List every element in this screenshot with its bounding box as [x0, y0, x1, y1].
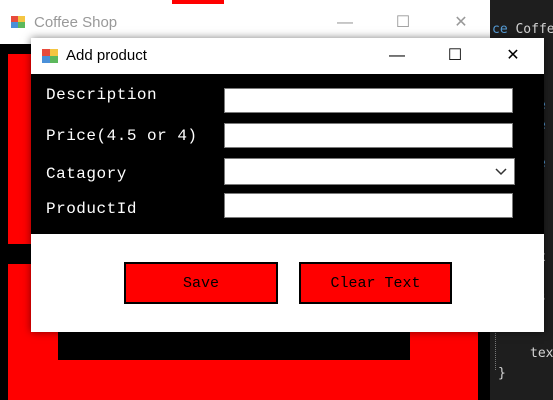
dialog-title: Add product — [66, 47, 147, 64]
chevron-down-icon[interactable] — [494, 164, 508, 178]
indent-guide — [495, 330, 497, 370]
dark-panel-inner — [58, 332, 410, 360]
minimize-icon[interactable]: — — [375, 42, 419, 70]
minimize-icon[interactable]: — — [322, 10, 368, 36]
productid-field[interactable] — [224, 193, 513, 218]
code-line-7: } — [498, 366, 506, 381]
description-field[interactable] — [224, 88, 513, 113]
dialog-footer: Save Clear Text — [31, 234, 544, 332]
red-panel-left — [8, 54, 32, 244]
app-icon — [41, 47, 59, 65]
product-form: Description Price(4.5 or 4) Catagory Pro… — [31, 74, 544, 234]
category-label: Catagory — [46, 165, 127, 183]
close-icon[interactable]: ✕ — [491, 42, 535, 70]
productid-label: ProductId — [46, 200, 137, 218]
price-field[interactable] — [224, 123, 513, 148]
description-label: Description — [46, 86, 158, 104]
add-product-dialog: Add product — ☐ ✕ Description Price(4.5 … — [31, 38, 544, 332]
dialog-titlebar[interactable]: Add product — ☐ ✕ — [31, 38, 544, 74]
main-window-title: Coffee Shop — [34, 14, 118, 31]
code-line-6: tex — [530, 346, 553, 361]
price-label: Price(4.5 or 4) — [46, 127, 198, 145]
maximize-icon[interactable]: ☐ — [433, 42, 477, 70]
category-select[interactable] — [224, 158, 515, 185]
close-icon[interactable]: ✕ — [438, 10, 484, 36]
save-button[interactable]: Save — [124, 262, 278, 304]
app-icon — [10, 14, 26, 30]
red-panel-edge — [172, 0, 224, 4]
maximize-icon[interactable]: ☐ — [380, 10, 426, 36]
code-line-1: ce Coffe — [492, 22, 553, 37]
clear-text-button[interactable]: Clear Text — [299, 262, 452, 304]
